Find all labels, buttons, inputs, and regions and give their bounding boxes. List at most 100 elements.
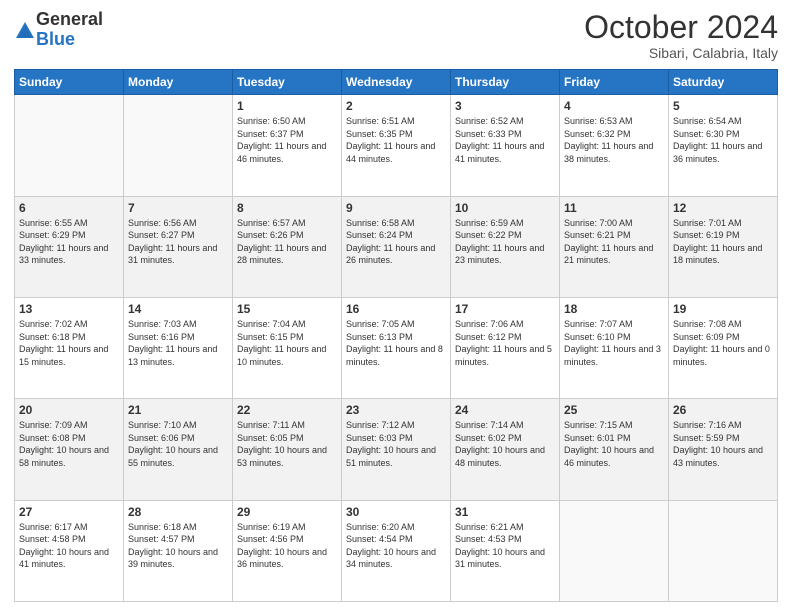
header-friday: Friday	[560, 70, 669, 95]
day-info: Sunrise: 6:51 AMSunset: 6:35 PMDaylight:…	[346, 115, 446, 165]
table-row: 2 Sunrise: 6:51 AMSunset: 6:35 PMDaylight…	[342, 95, 451, 196]
sunrise-time: Sunrise: 6:56 AM	[128, 218, 197, 228]
sunrise-time: Sunrise: 6:58 AM	[346, 218, 415, 228]
daylight-hours: Daylight: 11 hours and 46 minutes.	[237, 141, 326, 164]
page: General Blue October 2024 Sibari, Calabr…	[0, 0, 792, 612]
sunset-time: Sunset: 4:54 PM	[346, 534, 413, 544]
day-info: Sunrise: 6:20 AMSunset: 4:54 PMDaylight:…	[346, 521, 446, 571]
day-number: 19	[673, 302, 773, 316]
sunrise-time: Sunrise: 6:19 AM	[237, 522, 306, 532]
sunrise-time: Sunrise: 6:50 AM	[237, 116, 306, 126]
sunset-time: Sunset: 6:01 PM	[564, 433, 631, 443]
table-row: 17Sunrise: 7:06 AMSunset: 6:12 PMDayligh…	[451, 297, 560, 398]
day-number: 3	[455, 99, 555, 113]
sunrise-time: Sunrise: 6:18 AM	[128, 522, 197, 532]
day-info: Sunrise: 6:57 AMSunset: 6:26 PMDaylight:…	[237, 217, 337, 267]
day-number: 6	[19, 201, 119, 215]
calendar-table: Sunday Monday Tuesday Wednesday Thursday…	[14, 69, 778, 602]
day-number: 21	[128, 403, 228, 417]
sunset-time: Sunset: 6:35 PM	[346, 129, 413, 139]
sunset-time: Sunset: 6:19 PM	[673, 230, 740, 240]
day-number: 2	[346, 99, 446, 113]
sunrise-time: Sunrise: 6:21 AM	[455, 522, 524, 532]
day-number: 28	[128, 505, 228, 519]
table-row: 4Sunrise: 6:53 AMSunset: 6:32 PMDaylight…	[560, 95, 669, 196]
daylight-hours: Daylight: 11 hours and 28 minutes.	[237, 243, 326, 266]
daylight-hours: Daylight: 11 hours and 10 minutes.	[237, 344, 326, 367]
sunset-time: Sunset: 6:15 PM	[237, 332, 304, 342]
day-info: Sunrise: 6:21 AMSunset: 4:53 PMDaylight:…	[455, 521, 555, 571]
table-row: 16Sunrise: 7:05 AMSunset: 6:13 PMDayligh…	[342, 297, 451, 398]
daylight-hours: Daylight: 10 hours and 53 minutes.	[237, 445, 327, 468]
title-block: October 2024 Sibari, Calabria, Italy	[584, 10, 778, 61]
calendar-week-row: 20Sunrise: 7:09 AMSunset: 6:08 PMDayligh…	[15, 399, 778, 500]
day-number: 4	[564, 99, 664, 113]
day-number: 26	[673, 403, 773, 417]
daylight-hours: Daylight: 11 hours and 5 minutes.	[455, 344, 552, 367]
day-number: 1	[237, 99, 337, 113]
calendar-week-row: 13Sunrise: 7:02 AMSunset: 6:18 PMDayligh…	[15, 297, 778, 398]
day-number: 11	[564, 201, 664, 215]
day-number: 25	[564, 403, 664, 417]
day-info: Sunrise: 6:55 AMSunset: 6:29 PMDaylight:…	[19, 217, 119, 267]
day-info: Sunrise: 6:58 AM Sunset: 6:24 PM Daylight:…	[346, 217, 446, 267]
daylight-hours: Daylight: 11 hours and 21 minutes.	[564, 243, 653, 266]
day-info: Sunrise: 6:18 AMSunset: 4:57 PMDaylight:…	[128, 521, 228, 571]
sunrise-time: Sunrise: 7:01 AM	[673, 218, 742, 228]
table-row: 7Sunrise: 6:56 AMSunset: 6:27 PMDaylight…	[124, 196, 233, 297]
table-row: 9 Sunrise: 6:58 AM Sunset: 6:24 PM Daylight…	[342, 196, 451, 297]
day-info: Sunrise: 6:19 AMSunset: 4:56 PMDaylight:…	[237, 521, 337, 571]
daylight-hours: Daylight: 11 hours and 8 minutes.	[346, 344, 443, 367]
daylight-hours: Daylight: 11 hours and 15 minutes.	[19, 344, 108, 367]
day-info: Sunrise: 6:50 AM Sunset: 6:37 PM Daylight:…	[237, 115, 337, 165]
daylight-hours: Daylight: 11 hours and 31 minutes.	[128, 243, 217, 266]
daylight-hours: Daylight: 11 hours and 26 minutes.	[346, 243, 435, 266]
day-info: Sunrise: 6:52 AMSunset: 6:33 PMDaylight:…	[455, 115, 555, 165]
table-row: 19Sunrise: 7:08 AMSunset: 6:09 PMDayligh…	[669, 297, 778, 398]
sunset-time: Sunset: 5:59 PM	[673, 433, 740, 443]
table-row: 5Sunrise: 6:54 AMSunset: 6:30 PMDaylight…	[669, 95, 778, 196]
header-wednesday: Wednesday	[342, 70, 451, 95]
sunset-time: Sunset: 6:18 PM	[19, 332, 86, 342]
header-monday: Monday	[124, 70, 233, 95]
table-row	[124, 95, 233, 196]
day-number: 9	[346, 201, 446, 215]
daylight-hours: Daylight: 11 hours and 18 minutes.	[673, 243, 762, 266]
day-info: Sunrise: 6:54 AMSunset: 6:30 PMDaylight:…	[673, 115, 773, 165]
day-info: Sunrise: 7:01 AM Sunset: 6:19 PM Daylight:…	[673, 217, 773, 267]
sunset-time: Sunset: 6:03 PM	[346, 433, 413, 443]
daylight-hours: Daylight: 10 hours and 39 minutes.	[128, 547, 218, 570]
day-info: Sunrise: 7:00 AMSunset: 6:21 PMDaylight:…	[564, 217, 664, 267]
day-info: Sunrise: 7:07 AMSunset: 6:10 PMDaylight:…	[564, 318, 664, 368]
table-row: 28 Sunrise: 6:18 AMSunset: 4:57 PMDayligh…	[124, 500, 233, 601]
daylight-hours: Daylight: 11 hours and 13 minutes.	[128, 344, 217, 367]
sunrise-time: Sunrise: 7:16 AM	[673, 420, 742, 430]
sunset-time: Sunset: 6:37 PM	[237, 129, 304, 139]
calendar-week-row: 1 Sunrise: 6:50 AM Sunset: 6:37 PM Daylight…	[15, 95, 778, 196]
daylight-hours: Daylight: 11 hours and 36 minutes.	[673, 141, 762, 164]
day-info: Sunrise: 7:16 AM Sunset: 5:59 PM Daylight:…	[673, 419, 773, 469]
table-row: 30Sunrise: 6:20 AMSunset: 4:54 PMDayligh…	[342, 500, 451, 601]
daylight-hours: Daylight: 10 hours and 58 minutes.	[19, 445, 109, 468]
daylight-hours: Daylight: 11 hours and 0 minutes.	[673, 344, 770, 367]
sunrise-time: Sunrise: 7:09 AM	[19, 420, 88, 430]
daylight-hours: Daylight: 10 hours and 43 minutes.	[673, 445, 763, 468]
day-number: 15	[237, 302, 337, 316]
table-row: 3 Sunrise: 6:52 AMSunset: 6:33 PMDaylight…	[451, 95, 560, 196]
sunrise-time: Sunrise: 7:14 AM	[455, 420, 524, 430]
day-number: 23	[346, 403, 446, 417]
table-row: 8Sunrise: 6:57 AMSunset: 6:26 PMDaylight…	[233, 196, 342, 297]
daylight-hours: Daylight: 11 hours and 23 minutes.	[455, 243, 544, 266]
header: General Blue October 2024 Sibari, Calabr…	[14, 10, 778, 61]
daylight-hours: Daylight: 10 hours and 46 minutes.	[564, 445, 654, 468]
sunrise-time: Sunrise: 7:06 AM	[455, 319, 524, 329]
header-sunday: Sunday	[15, 70, 124, 95]
table-row: 1 Sunrise: 6:50 AM Sunset: 6:37 PM Daylight…	[233, 95, 342, 196]
sunset-time: Sunset: 6:24 PM	[346, 230, 413, 240]
table-row	[560, 500, 669, 601]
table-row: 26 Sunrise: 7:16 AM Sunset: 5:59 PM Dayligh…	[669, 399, 778, 500]
header-saturday: Saturday	[669, 70, 778, 95]
day-info: Sunrise: 7:03 AMSunset: 6:16 PMDaylight:…	[128, 318, 228, 368]
day-info: Sunrise: 7:14 AMSunset: 6:02 PMDaylight:…	[455, 419, 555, 469]
daylight-hours: Daylight: 11 hours and 44 minutes.	[346, 141, 435, 164]
